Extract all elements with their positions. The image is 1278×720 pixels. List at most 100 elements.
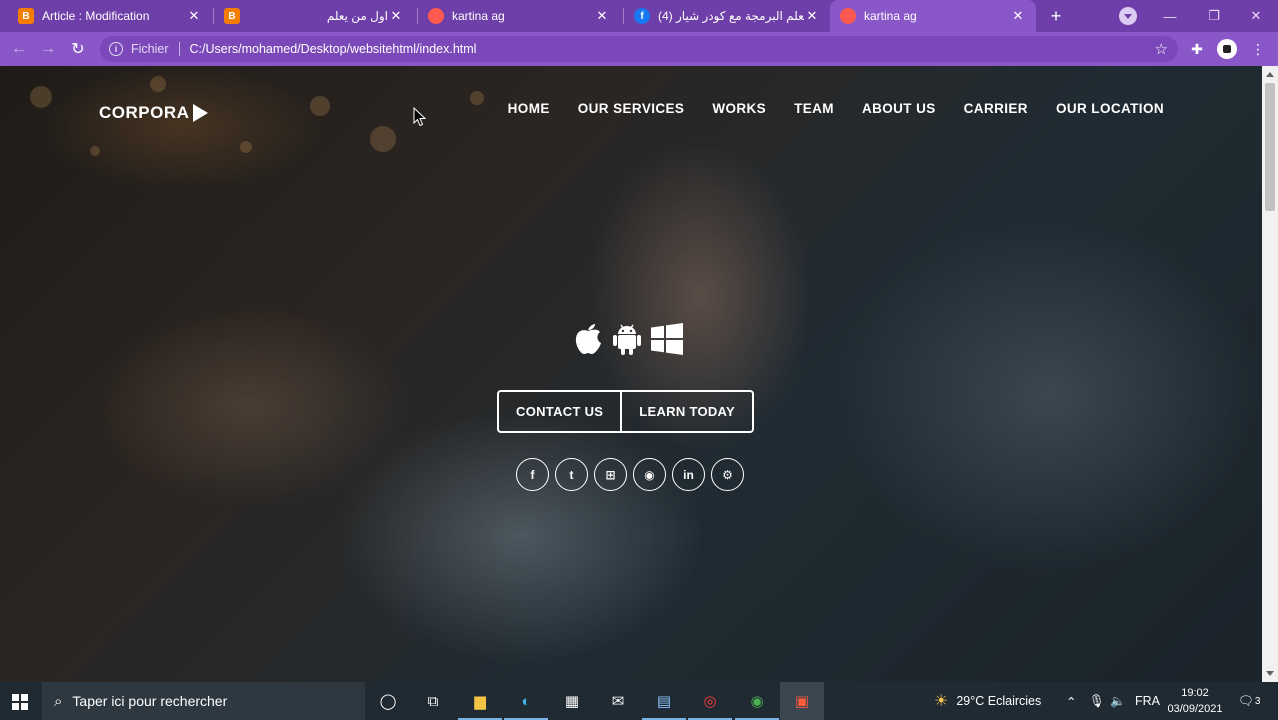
store-icon[interactable]: ▦ <box>560 689 584 713</box>
app-window-icon[interactable]: ▤ <box>642 689 686 720</box>
dark-overlay <box>0 66 1262 682</box>
taskbar-search-box[interactable]: ⌕ Taper ici pour rechercher <box>42 682 365 720</box>
tab-kartina-ag-active[interactable]: kartina ag ✕ <box>830 0 1036 32</box>
restore-button[interactable]: ❐ <box>1192 0 1236 32</box>
browser-toolbar: ← → ↻ i Fichier C:/Users/mohamed/Desktop… <box>0 32 1278 66</box>
tab-title: kartina ag <box>452 9 505 23</box>
close-window-button[interactable]: ✕ <box>1234 0 1278 32</box>
mouse-cursor-icon <box>413 107 426 127</box>
avatar-dot <box>1223 45 1231 53</box>
learn-today-button[interactable]: LEARN TODAY <box>622 392 752 431</box>
main-nav: HOME OUR SERVICES WORKS TEAM ABOUT US CA… <box>508 101 1164 116</box>
play-icon <box>193 104 209 122</box>
clock-time: 19:02 <box>1181 687 1209 699</box>
nav-our-services[interactable]: OUR SERVICES <box>578 101 685 116</box>
android-icon <box>613 324 641 355</box>
linkedin-icon[interactable]: in <box>672 458 705 491</box>
nav-about-us[interactable]: ABOUT US <box>862 101 936 116</box>
chrome-icon[interactable]: ◉ <box>735 689 779 720</box>
chat-bubble-icon: 🗨 <box>1238 693 1254 708</box>
volume-icon[interactable]: 🔈 <box>1110 682 1126 720</box>
contact-us-button[interactable]: CONTACT US <box>499 392 620 431</box>
windows-icon <box>651 323 683 355</box>
new-tab-button[interactable]: + <box>1044 4 1068 28</box>
url-text[interactable]: C:/Users/mohamed/Desktop/websitehtml/ind… <box>190 42 477 56</box>
bookmark-star-icon[interactable]: ☆ <box>1155 40 1168 58</box>
platform-icons <box>573 321 683 355</box>
windows-taskbar: ⌕ Taper ici pour rechercher ◯ ⧉ ▆ ◐ ▦ ✉ … <box>0 682 1278 720</box>
close-icon[interactable]: ✕ <box>804 8 820 24</box>
tab-search-button[interactable] <box>1119 7 1137 25</box>
search-placeholder: Taper ici pour rechercher <box>72 693 228 709</box>
facebook-icon[interactable]: f <box>516 458 549 491</box>
language-indicator[interactable]: FRA <box>1135 682 1160 720</box>
tab-title: Article : Modification <box>42 9 150 23</box>
nav-home[interactable]: HOME <box>508 101 550 116</box>
reddit-icon[interactable]: ◉ <box>633 458 666 491</box>
divider <box>178 42 180 56</box>
forward-button[interactable]: → <box>36 37 60 61</box>
scroll-thumb[interactable] <box>1265 83 1275 211</box>
close-icon[interactable]: ✕ <box>388 8 404 24</box>
tab-title: kartina ag <box>864 9 917 23</box>
minimize-button[interactable]: — <box>1148 0 1192 32</box>
red-dot-icon <box>428 8 444 24</box>
tab-blogger[interactable]: B اول من يعلم ✕ <box>214 0 414 32</box>
nav-team[interactable]: TEAM <box>794 101 834 116</box>
close-icon[interactable]: ✕ <box>186 8 202 24</box>
mail-icon[interactable]: ✉ <box>606 689 630 713</box>
nav-our-location[interactable]: OUR LOCATION <box>1056 101 1164 116</box>
site-logo[interactable]: CORPORA <box>99 103 209 123</box>
weather-text: 29°C Eclaircies <box>956 694 1042 708</box>
notifications-icon[interactable]: 🗨 3 <box>1238 682 1260 720</box>
red-dot-icon <box>840 8 856 24</box>
tab-facebook[interactable]: f (4) تعلم البرمجة مع كودر شيار ✕ <box>624 0 830 32</box>
camtasia-icon[interactable]: ▣ <box>780 682 824 720</box>
tab-article-modification[interactable]: B Article : Modification ✕ <box>8 0 212 32</box>
page-scrollbar[interactable] <box>1262 66 1278 682</box>
facebook-icon: f <box>634 8 650 24</box>
scroll-up-arrow-icon[interactable] <box>1266 72 1274 77</box>
address-bar[interactable]: i Fichier C:/Users/mohamed/Desktop/websi… <box>100 36 1178 62</box>
microphone-icon[interactable]: 🎙 <box>1089 682 1105 720</box>
kebab-menu-icon[interactable]: ⋮ <box>1248 39 1268 59</box>
extensions-puzzle-icon[interactable]: ✚ <box>1187 39 1207 59</box>
task-view-icon[interactable]: ⧉ <box>421 689 445 713</box>
reload-button[interactable]: ↻ <box>66 37 90 61</box>
file-scheme-label: Fichier <box>131 42 169 56</box>
weather-sun-cloud-icon: ☀ <box>934 693 949 710</box>
windows-icon[interactable]: ⊞ <box>594 458 627 491</box>
taskbar-clock[interactable]: 19:02 03/09/2021 <box>1165 685 1225 717</box>
scroll-down-arrow-icon[interactable] <box>1266 671 1274 676</box>
blogger-icon: B <box>18 8 34 24</box>
profile-avatar[interactable] <box>1217 39 1237 59</box>
twitter-icon[interactable]: t <box>555 458 588 491</box>
search-icon: ⌕ <box>54 692 63 710</box>
back-button[interactable]: ← <box>7 37 31 61</box>
cta-button-group: CONTACT US LEARN TODAY <box>497 390 755 433</box>
tab-kartina-ag[interactable]: kartina ag ✕ <box>418 0 620 32</box>
webpage-hero: CORPORA HOME OUR SERVICES WORKS TEAM ABO… <box>0 66 1262 682</box>
notification-count: 3 <box>1254 695 1261 707</box>
browser-tab-strip: B Article : Modification ✕ B اول من يعلم… <box>0 0 1278 32</box>
opera-icon[interactable]: ◎ <box>688 689 732 720</box>
windows-start-icon[interactable] <box>12 694 28 710</box>
info-icon[interactable]: i <box>109 42 123 56</box>
nav-carrier[interactable]: CARRIER <box>964 101 1028 116</box>
nav-works[interactable]: WORKS <box>712 101 766 116</box>
social-links: f t ⊞ ◉ in ⚙ <box>516 458 744 491</box>
close-icon[interactable]: ✕ <box>594 8 610 24</box>
tab-title: اول من يعلم <box>326 9 388 23</box>
edge-icon[interactable]: ◐ <box>504 689 548 720</box>
close-icon[interactable]: ✕ <box>1010 8 1026 24</box>
logo-text: CORPORA <box>99 103 190 122</box>
weather-widget[interactable]: ☀ 29°C Eclaircies <box>934 682 1041 720</box>
gear-icon[interactable]: ⚙ <box>711 458 744 491</box>
file-explorer-icon[interactable]: ▆ <box>458 689 502 720</box>
cortana-icon[interactable]: ◯ <box>376 689 400 713</box>
blogger-icon: B <box>224 8 240 24</box>
tray-chevron-up-icon[interactable]: ⌃ <box>1066 682 1076 720</box>
clock-date: 03/09/2021 <box>1167 703 1223 715</box>
chevron-down-icon <box>1124 13 1132 19</box>
tab-title: (4) تعلم البرمجة مع كودر شيار <box>658 9 804 23</box>
